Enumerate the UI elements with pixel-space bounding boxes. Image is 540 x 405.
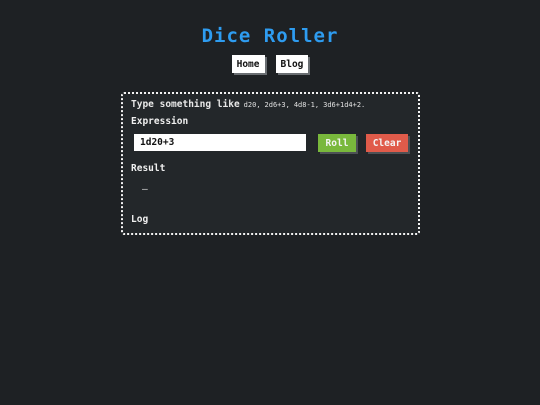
expression-label: Expression	[131, 116, 189, 127]
roll-button[interactable]: Roll	[318, 134, 356, 152]
example-expression: 2d6+3,	[264, 101, 290, 109]
hint-text: Type something like	[131, 99, 240, 110]
nav-blog-button[interactable]: Blog	[275, 55, 309, 73]
app-title: Dice Roller	[201, 25, 339, 47]
dice-roller-panel: Type something like d20, 2d6+3, 4d8-1, 3d6+1…	[121, 92, 420, 235]
example-expression: 4d8-1,	[293, 101, 320, 109]
nav-home-button[interactable]: Home	[231, 55, 265, 73]
nav-bar: Home Blog	[0, 55, 540, 73]
result-label: Result	[131, 163, 166, 174]
log-label: Log	[131, 214, 149, 225]
hint-line: Type something like d20, 2d6+3, 4d8-1, 3d6+1…	[131, 99, 365, 110]
expression-input[interactable]	[134, 134, 306, 151]
result-value: –	[142, 184, 148, 195]
clear-button[interactable]: Clear	[366, 134, 408, 152]
example-expression: 3d6+1d4+2.	[323, 101, 366, 109]
example-expression: d20,	[243, 101, 261, 109]
